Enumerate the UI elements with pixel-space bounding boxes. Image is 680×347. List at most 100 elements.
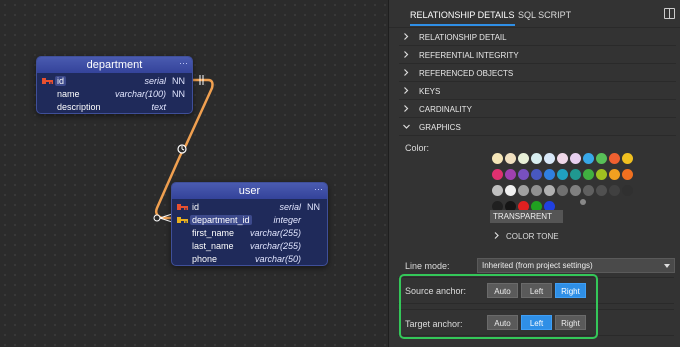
section-label: CARDINALITY <box>419 105 472 114</box>
chevron-down-icon <box>403 123 410 131</box>
color-swatch[interactable] <box>557 185 568 196</box>
chevron-right-icon <box>494 232 499 241</box>
column-name: id <box>192 202 200 212</box>
line-mode-value: Inherited (from project settings) <box>482 261 593 270</box>
section-label: RELATIONSHIP DETAIL <box>419 33 507 42</box>
column-name: first_name <box>192 228 235 238</box>
column-type: varchar(255) <box>249 228 301 238</box>
chevron-right-icon <box>403 33 409 41</box>
color-swatch[interactable] <box>492 185 503 196</box>
relationship-line[interactable] <box>0 0 388 347</box>
color-tone-toggle[interactable]: COLOR TONE <box>494 232 559 241</box>
color-swatch[interactable] <box>492 169 503 180</box>
section-referenced-objects[interactable]: REFERENCED OBJECTS <box>399 65 676 82</box>
chevron-right-icon <box>403 69 409 77</box>
color-swatch[interactable] <box>609 169 620 180</box>
tab-relationship-details[interactable]: RELATIONSHIP DETAILS <box>410 10 515 26</box>
table-menu-icon[interactable]: ··· <box>179 57 188 71</box>
chevron-down-icon <box>664 264 670 268</box>
color-swatch[interactable] <box>609 185 620 196</box>
section-keys[interactable]: KEYS <box>399 83 676 100</box>
color-swatch[interactable] <box>518 185 529 196</box>
color-swatch[interactable] <box>596 185 607 196</box>
column-name: last_name <box>192 241 234 251</box>
color-swatch[interactable] <box>544 185 555 196</box>
color-swatch[interactable] <box>570 153 581 164</box>
column-type: varchar(100) <box>114 89 166 99</box>
column-row[interactable]: description text <box>37 101 192 113</box>
column-name: phone <box>192 254 218 264</box>
color-swatch[interactable] <box>531 169 542 180</box>
color-swatch[interactable] <box>583 153 594 164</box>
section-referential-integrity[interactable]: REFERENTIAL INTEGRITY <box>399 47 676 64</box>
section-relationship-detail[interactable]: RELATIONSHIP DETAIL <box>399 29 676 46</box>
section-label: GRAPHICS <box>419 123 461 132</box>
column-type: serial <box>144 76 166 86</box>
column-name: id <box>55 76 67 86</box>
color-swatch[interactable] <box>622 153 633 164</box>
column-name: description <box>57 102 101 112</box>
table-header: department ··· <box>37 57 192 73</box>
primary-key-icon <box>42 78 53 84</box>
color-label: Color: <box>405 143 430 153</box>
color-swatch[interactable] <box>531 153 542 164</box>
column-row[interactable]: id serial NN <box>172 201 327 214</box>
color-swatch[interactable] <box>518 153 529 164</box>
color-swatch[interactable] <box>622 185 633 196</box>
chevron-right-icon <box>403 87 409 95</box>
column-row[interactable]: department_id integer <box>172 214 327 227</box>
column-type: integer <box>273 215 301 225</box>
section-graphics[interactable]: GRAPHICS <box>399 119 676 136</box>
transparent-option[interactable]: TRANSPARENT <box>490 210 563 223</box>
table-user[interactable]: user ··· id serial NN department_id integer f… <box>171 182 328 266</box>
foreign-key-icon <box>177 217 188 223</box>
column-row[interactable]: id serial NN <box>37 75 192 88</box>
column-name: name <box>57 89 80 99</box>
color-swatch[interactable] <box>570 185 581 196</box>
color-swatch[interactable] <box>505 185 516 196</box>
color-swatch[interactable] <box>583 185 594 196</box>
tab-sql-script[interactable]: SQL SCRIPT <box>518 10 571 20</box>
column-row[interactable]: phone varchar(50) <box>172 253 327 265</box>
color-swatch[interactable] <box>531 185 542 196</box>
color-swatch[interactable] <box>557 169 568 180</box>
table-header: user ··· <box>172 183 327 199</box>
panel-layout-icon[interactable] <box>664 8 675 19</box>
column-row[interactable]: first_name varchar(255) <box>172 227 327 240</box>
column-not-null: NN <box>307 202 320 212</box>
color-swatch[interactable] <box>570 169 581 180</box>
table-department[interactable]: department ··· id serial NN name varchar(100… <box>36 56 193 114</box>
section-cardinality[interactable]: CARDINALITY <box>399 101 676 118</box>
color-swatch[interactable] <box>596 153 607 164</box>
color-swatch[interactable] <box>544 169 555 180</box>
color-swatch[interactable] <box>596 169 607 180</box>
color-swatch[interactable] <box>583 169 594 180</box>
column-name: department_id <box>190 215 252 225</box>
column-not-null: NN <box>172 76 185 86</box>
column-type: text <box>151 102 166 112</box>
color-swatch[interactable] <box>505 153 516 164</box>
line-mode-label: Line mode: <box>405 261 450 271</box>
color-swatch[interactable] <box>505 169 516 180</box>
column-row[interactable]: name varchar(100) NN <box>37 88 192 101</box>
table-menu-icon[interactable]: ··· <box>314 183 323 197</box>
section-label: KEYS <box>419 87 441 96</box>
highlight-box <box>399 274 598 339</box>
section-label: REFERENTIAL INTEGRITY <box>419 51 519 60</box>
color-swatch[interactable] <box>492 153 503 164</box>
line-mode-select[interactable]: Inherited (from project settings) <box>477 258 675 273</box>
column-row[interactable]: last_name varchar(255) <box>172 240 327 253</box>
chevron-right-icon <box>403 51 409 59</box>
color-swatch[interactable] <box>557 153 568 164</box>
column-type: serial <box>279 202 301 212</box>
color-swatch[interactable] <box>622 169 633 180</box>
color-swatch[interactable] <box>609 153 620 164</box>
diagram-canvas[interactable]: department ··· id serial NN name varchar(100… <box>0 0 388 347</box>
section-label: REFERENCED OBJECTS <box>419 69 514 78</box>
table-title: department <box>86 59 143 71</box>
column-type: varchar(255) <box>249 241 301 251</box>
color-swatch[interactable] <box>518 169 529 180</box>
table-title: user <box>238 185 261 197</box>
color-swatch[interactable] <box>544 153 555 164</box>
color-swatch[interactable] <box>580 199 586 205</box>
